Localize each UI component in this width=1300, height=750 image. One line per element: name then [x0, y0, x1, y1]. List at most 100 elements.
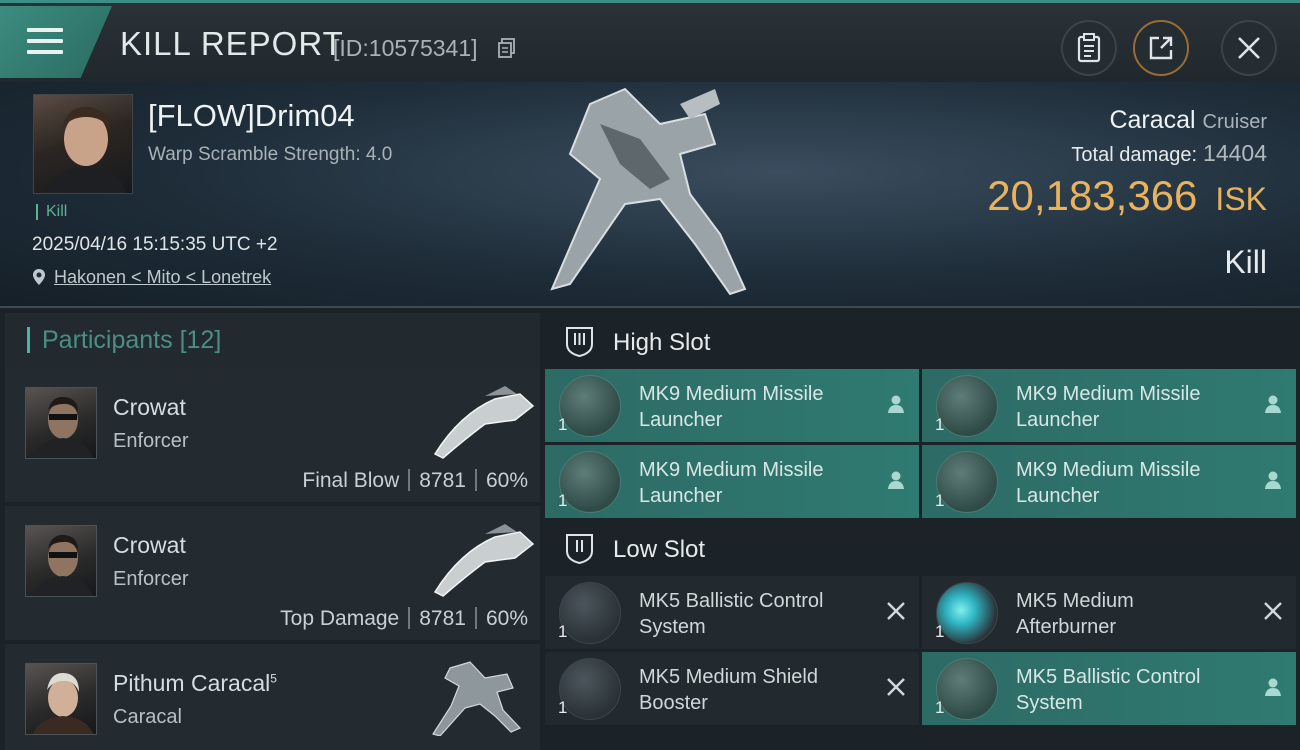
close-button[interactable]: [1221, 20, 1277, 76]
isk-value: 20,183,366 ISK: [987, 172, 1267, 220]
ship-class: Cruiser: [1202, 111, 1267, 133]
module-quantity: 1: [558, 491, 568, 510]
ballistic-control-icon: [936, 658, 998, 720]
module-item[interactable]: 1 MK5 Medium Afterburner: [922, 576, 1296, 649]
low-slot-icon: [566, 534, 593, 565]
module-quantity: 1: [935, 622, 945, 641]
participant-ship-image: [433, 386, 535, 459]
portrait-image: [32, 672, 94, 734]
participants-title: Participants [12]: [27, 327, 221, 353]
victim-name[interactable]: [FLOW]Drim04: [148, 98, 355, 134]
ship-name: Caracal: [1109, 106, 1196, 134]
module-name: MK9 Medium Missile Launcher: [1016, 383, 1201, 431]
module-quantity: 1: [935, 698, 945, 717]
low-slot-label: Low Slot: [613, 536, 706, 563]
pilot-icon: [1265, 395, 1281, 413]
low-slot-header: Low Slot: [545, 522, 1300, 576]
total-damage-label: Total damage:: [1071, 144, 1198, 166]
share-button[interactable]: [1133, 20, 1189, 76]
missile-launcher-icon: [559, 375, 621, 437]
participant-name: Crowat: [113, 532, 186, 558]
module-quantity: 1: [558, 622, 568, 641]
high-slot-label: High Slot: [613, 329, 711, 356]
location-link[interactable]: Hakonen < Mito < Lonetrek: [54, 267, 271, 287]
portrait-image: [32, 396, 94, 458]
participants-header: Participants [12]: [5, 313, 540, 368]
module-name: MK5 Ballistic Control System: [1016, 666, 1201, 714]
module-name: MK9 Medium Missile Launcher: [1016, 459, 1201, 507]
pilot-icon: [888, 395, 904, 413]
total-damage-value: 14404: [1203, 140, 1267, 166]
warp-scramble-strength: Warp Scramble Strength: 4.0: [148, 144, 393, 165]
participant-row[interactable]: Crowat Enforcer Top Damage 8781 60%: [5, 506, 540, 640]
missile-launcher-icon: [936, 375, 998, 437]
participant-percent: 60%: [485, 607, 528, 630]
module-name: MK5 Medium Afterburner: [1016, 590, 1134, 638]
share-icon: [1149, 36, 1173, 60]
fitting-panel: High Slot 1 MK9 Medium Missile Launcher …: [545, 313, 1300, 750]
module-name: MK5 Ballistic Control System: [639, 590, 824, 638]
participant-ship: Enforcer: [113, 430, 189, 452]
high-slot-icon: [566, 327, 593, 358]
module-item[interactable]: 1 MK5 Ballistic Control System: [545, 576, 919, 649]
destroyed-icon: [1264, 602, 1282, 620]
copy-icon[interactable]: [498, 38, 516, 58]
destroyed-icon: [887, 602, 905, 620]
module-item[interactable]: 1 MK9 Medium Missile Launcher: [922, 369, 1296, 442]
module-item[interactable]: 1 MK9 Medium Missile Launcher: [922, 445, 1296, 518]
result-label: Kill: [1224, 244, 1267, 280]
participant-damage: 8781: [419, 607, 466, 630]
missile-launcher-icon: [559, 451, 621, 513]
clipboard-icon: [1077, 33, 1101, 63]
kill-report-screen: KILL REPORT [ID:10575341] [FLOW]Drim04 W…: [0, 0, 1300, 750]
portrait-image: [44, 106, 126, 193]
module-item[interactable]: 1 MK9 Medium Missile Launcher: [545, 369, 919, 442]
page-title: KILL REPORT: [120, 25, 344, 62]
participant-ship: Caracal: [113, 706, 182, 728]
destroyed-icon: [887, 678, 905, 696]
menu-button[interactable]: [0, 6, 112, 78]
close-icon: [1238, 37, 1260, 59]
report-id: [ID:10575341]: [333, 35, 478, 61]
module-quantity: 1: [558, 415, 568, 434]
high-slot-header: High Slot: [545, 315, 1300, 369]
module-name: MK9 Medium Missile Launcher: [639, 383, 824, 431]
participant-row[interactable]: Pithum Caracal5 Caracal: [5, 644, 540, 750]
total-damage: Total damage: 14404: [1071, 140, 1267, 167]
clipboard-button[interactable]: [1061, 20, 1117, 76]
participant-name: Crowat: [113, 394, 186, 420]
kill-tag: Kill: [36, 204, 67, 220]
participant-role: Final Blow: [302, 469, 400, 492]
victim-avatar[interactable]: [33, 94, 133, 194]
participant-stats: Top Damage 8781 60%: [280, 607, 528, 631]
victim-summary: [FLOW]Drim04 Warp Scramble Strength: 4.0…: [0, 82, 1300, 308]
victim-ship-type: Caracal Cruiser: [1109, 106, 1267, 135]
module-item[interactable]: 1 MK5 Medium Shield Booster: [545, 652, 919, 725]
participant-ship-image: [432, 661, 522, 736]
participant-name: Pithum Caracal5: [113, 670, 277, 696]
participant-avatar: [25, 387, 97, 459]
participant-role: Top Damage: [280, 607, 400, 630]
participant-percent: 60%: [485, 469, 528, 492]
portrait-image: [32, 534, 94, 596]
kill-date: 2025/04/16 15:15:35 UTC +2: [32, 234, 278, 255]
location-pin-icon: [33, 269, 45, 285]
participant-ship-image: [433, 524, 535, 597]
isk-amount: 20,183,366: [987, 172, 1198, 219]
participant-ship: Enforcer: [113, 568, 189, 590]
kill-location[interactable]: Hakonen < Mito < Lonetrek: [32, 267, 271, 288]
ballistic-control-icon: [559, 582, 621, 644]
isk-unit: ISK: [1215, 181, 1267, 217]
module-item[interactable]: 1 MK5 Ballistic Control System: [922, 652, 1296, 725]
participant-avatar: [25, 663, 97, 735]
participant-avatar: [25, 525, 97, 597]
participant-row[interactable]: Crowat Enforcer Final Blow 8781 60%: [5, 368, 540, 502]
participant-stats: Final Blow 8781 60%: [302, 469, 528, 493]
module-item[interactable]: 1 MK9 Medium Missile Launcher: [545, 445, 919, 518]
module-quantity: 1: [935, 491, 945, 510]
pilot-icon: [1265, 678, 1281, 696]
missile-launcher-icon: [936, 451, 998, 513]
shield-booster-icon: [559, 658, 621, 720]
module-quantity: 1: [558, 698, 568, 717]
participant-level: 5: [270, 671, 277, 686]
